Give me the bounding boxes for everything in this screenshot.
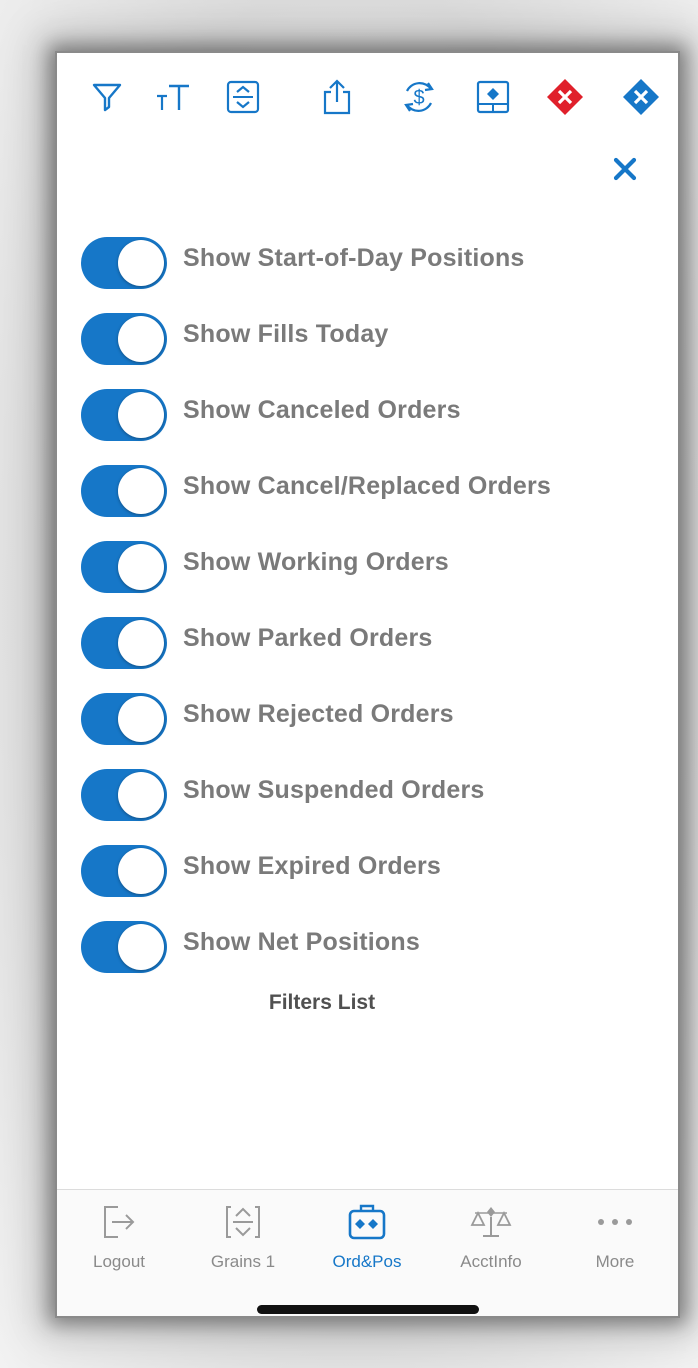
tab-label: Ord&Pos (332, 1252, 402, 1271)
tab-acctinfo[interactable]: AcctInfo (429, 1198, 553, 1278)
expired-orders-toggle[interactable] (81, 845, 167, 897)
filter-label: Show Start-of-Day Positions (183, 244, 525, 272)
tab-logout[interactable]: Logout (57, 1198, 181, 1278)
net-positions-toggle[interactable] (81, 921, 167, 973)
window-pane-icon[interactable] (471, 75, 515, 119)
orders-positions-icon (305, 1202, 429, 1242)
toggle-knob (118, 316, 164, 362)
toggle-knob (118, 848, 164, 894)
grains-icon (181, 1202, 305, 1242)
balance-scale-icon (429, 1202, 553, 1242)
tab-label: AcctInfo (460, 1252, 522, 1271)
filter-label: Show Suspended Orders (183, 776, 485, 804)
home-indicator[interactable] (257, 1305, 479, 1314)
filter-row-rejected-orders: Show Rejected Orders (57, 693, 678, 753)
expand-collapse-icon[interactable] (221, 75, 265, 119)
start-of-day-positions-toggle[interactable] (81, 237, 167, 289)
toggle-knob (118, 620, 164, 666)
cancel-replaced-orders-toggle[interactable] (81, 465, 167, 517)
logout-icon (57, 1202, 181, 1242)
tab-bar: Logout Grains 1 Ord&Pos AcctInfo More (57, 1189, 678, 1316)
filter-row-canceled-orders: Show Canceled Orders (57, 389, 678, 449)
fills-today-toggle[interactable] (81, 313, 167, 365)
tab-label: More (595, 1252, 635, 1271)
filter-label: Show Parked Orders (183, 624, 433, 652)
filter-label: Show Working Orders (183, 548, 449, 576)
cancel-diamond-icon[interactable] (619, 75, 663, 119)
toggle-knob (118, 924, 164, 970)
toggle-knob (118, 696, 164, 742)
svg-text:$: $ (413, 87, 424, 109)
close-icon[interactable] (605, 149, 645, 189)
filter-label: Show Net Positions (183, 928, 420, 956)
filter-label: Show Rejected Orders (183, 700, 454, 728)
toggle-knob (118, 468, 164, 514)
rejected-orders-toggle[interactable] (81, 693, 167, 745)
suspended-orders-toggle[interactable] (81, 769, 167, 821)
tab-label: Grains 1 (210, 1252, 276, 1271)
filters-list-caption: Filters List (268, 991, 376, 1014)
dollar-refresh-icon[interactable]: $ (397, 75, 441, 119)
tab-more[interactable]: More (553, 1198, 677, 1278)
filter-row-suspended-orders: Show Suspended Orders (57, 769, 678, 829)
toggle-knob (118, 240, 164, 286)
tab-grains-1[interactable]: Grains 1 (181, 1198, 305, 1278)
filter-row-start-of-day-positions: Show Start-of-Day Positions (57, 237, 678, 297)
filter-label: Show Fills Today (183, 320, 389, 348)
filter-row-parked-orders: Show Parked Orders (57, 617, 678, 677)
toolbar: $ (57, 75, 678, 121)
more-dots-icon (553, 1202, 677, 1242)
share-icon[interactable] (315, 75, 359, 119)
app-screen: $ Show Start-of-Day Positions Show Fills… (57, 53, 678, 1316)
filter-row-expired-orders: Show Expired Orders (57, 845, 678, 905)
filter-row-fills-today: Show Fills Today (57, 313, 678, 373)
filter-row-cancel-replaced-orders: Show Cancel/Replaced Orders (57, 465, 678, 525)
screenshot-frame: $ Show Start-of-Day Positions Show Fills… (0, 0, 698, 1368)
filter-label: Show Cancel/Replaced Orders (183, 472, 552, 500)
working-orders-toggle[interactable] (81, 541, 167, 593)
filter-label: Show Canceled Orders (183, 396, 461, 424)
toggle-knob (118, 392, 164, 438)
toggle-knob (118, 772, 164, 818)
parked-orders-toggle[interactable] (81, 617, 167, 669)
filter-label: Show Expired Orders (183, 852, 442, 880)
filter-icon[interactable] (85, 75, 129, 119)
filter-row-net-positions: Show Net Positions (57, 921, 678, 981)
cancel-all-diamond-icon[interactable] (543, 75, 587, 119)
filter-row-working-orders: Show Working Orders (57, 541, 678, 601)
canceled-orders-toggle[interactable] (81, 389, 167, 441)
tab-label: Logout (93, 1252, 145, 1271)
toggle-knob (118, 544, 164, 590)
text-size-icon[interactable] (151, 75, 195, 119)
tab-ord-pos[interactable]: Ord&Pos (305, 1198, 429, 1278)
